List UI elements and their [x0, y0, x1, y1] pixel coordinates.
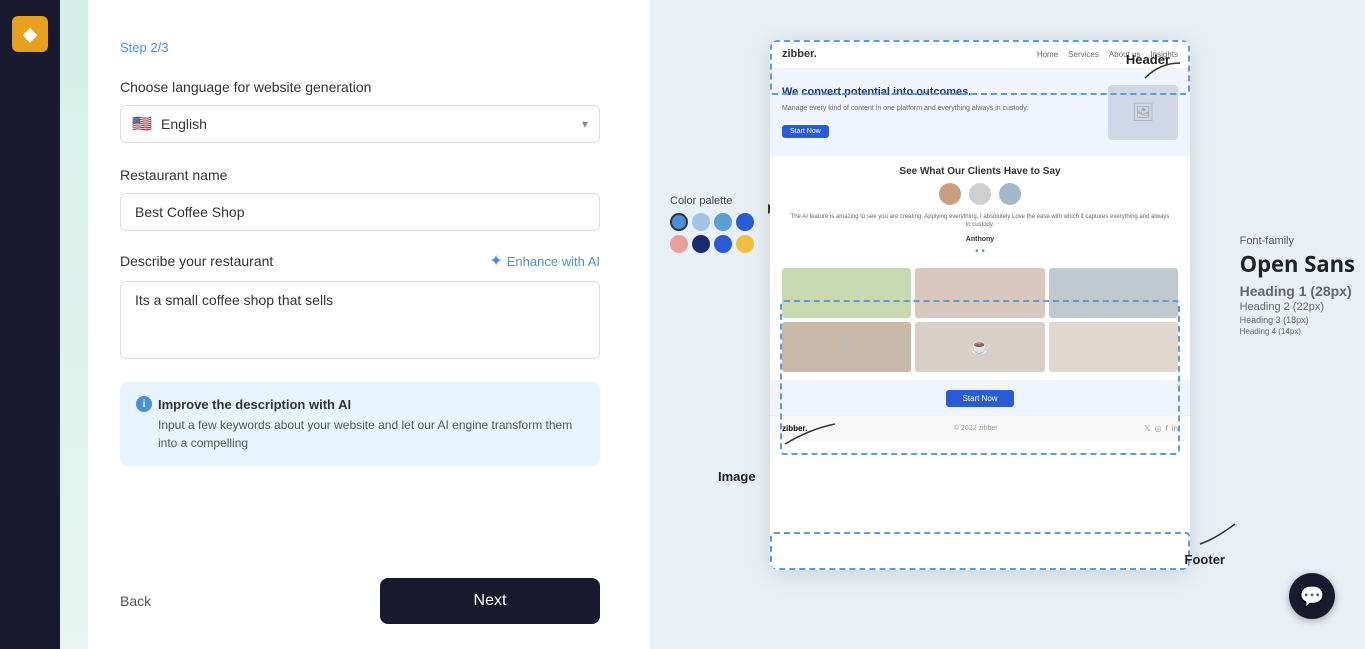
mockup-cta-btn: Start Now	[946, 390, 1013, 407]
mockup-hero-sub: Manage every kind of content in one plat…	[782, 105, 1100, 112]
description-label: Describe your restaurant	[120, 253, 273, 269]
nav-services: Services	[1068, 50, 1099, 59]
palette-row-2	[670, 235, 754, 253]
restaurant-name-label: Restaurant name	[120, 167, 600, 183]
color-palette-box: Color palette	[670, 195, 754, 257]
testimonial-author: Anthony	[770, 236, 1190, 243]
grid-image-4: 🖼	[782, 322, 911, 372]
color-swatch-1[interactable]	[670, 213, 688, 231]
palette-row-1	[670, 213, 754, 231]
nav-home: Home	[1037, 50, 1058, 59]
sidebar: ◆	[0, 0, 60, 649]
color-palette-label: Color palette	[670, 195, 754, 207]
image-annotation-label: Image	[718, 469, 756, 484]
mockup-image-grid: 🖼 ☕	[770, 260, 1190, 380]
back-button[interactable]: Back	[120, 593, 151, 609]
footer-arrow	[1195, 519, 1245, 549]
ai-sparkle-icon: ✦	[489, 251, 502, 271]
mockup-hero-text: We convert potential into outcomes. Mana…	[782, 85, 1100, 140]
mockup-hero-image: 🖼	[1108, 85, 1178, 140]
facebook-icon: f	[1166, 424, 1168, 433]
mockup-footer-icons: 𝕏 ◎ f in	[1144, 424, 1178, 433]
footer-dashed-border	[770, 532, 1190, 570]
testimonial-avatar-2	[969, 183, 991, 205]
color-swatch-4[interactable]	[736, 213, 754, 231]
right-panel: Color palette	[650, 0, 1365, 649]
grid-image-1	[782, 268, 911, 318]
image-arrow	[780, 419, 840, 449]
mockup-hero-title: We convert potential into outcomes.	[782, 85, 1100, 99]
left-accent	[60, 0, 88, 649]
ai-info-box: i Improve the description with AI Input …	[120, 382, 600, 466]
restaurant-name-section: Restaurant name	[120, 167, 600, 231]
linkedin-icon: in	[1172, 424, 1178, 433]
testimonial-avatar-3	[999, 183, 1021, 205]
heading-3: Heading 3 (18px)	[1240, 315, 1355, 325]
mockup-hero-btn: Start Now	[782, 125, 829, 138]
header-arrow	[1140, 58, 1190, 88]
color-swatch-7[interactable]	[714, 235, 732, 253]
language-label: Choose language for website generation	[120, 79, 600, 95]
footer-annotation-label: Footer	[1185, 552, 1225, 567]
language-select-wrapper: 🇺🇸 English Spanish French German ▾	[120, 105, 600, 143]
color-swatch-6[interactable]	[692, 235, 710, 253]
describe-header: Describe your restaurant ✦ Enhance with …	[120, 251, 600, 271]
mockup-section-title: See What Our Clients Have to Say	[770, 156, 1190, 183]
enhance-ai-button[interactable]: ✦ Enhance with AI	[489, 251, 600, 271]
heading-4: Heading 4 (14px)	[1240, 327, 1355, 336]
color-swatch-8[interactable]	[736, 235, 754, 253]
heading-1: Heading 1 (28px)	[1240, 283, 1355, 299]
mockup-cta-bar: Start Now	[770, 380, 1190, 415]
mockup-testimonial-text: The AI feature is amazing to see you are…	[770, 213, 1190, 236]
restaurant-name-input[interactable]	[120, 193, 600, 231]
flag-icon: 🇺🇸	[132, 114, 152, 134]
mockup-hero: We convert potential into outcomes. Mana…	[770, 69, 1190, 156]
mockup-testimonial	[770, 183, 1190, 213]
twitter-icon: 𝕏	[1144, 424, 1150, 433]
enhance-ai-label: Enhance with AI	[507, 254, 600, 269]
font-family-box: Font-family Open Sans Heading 1 (28px) H…	[1240, 235, 1355, 338]
mockup-footer-copy: © 2022 zibber	[954, 425, 998, 432]
font-family-label: Font-family	[1240, 235, 1355, 247]
heading-2: Heading 2 (22px)	[1240, 301, 1355, 313]
instagram-icon: ◎	[1155, 424, 1162, 433]
ai-info-title: i Improve the description with AI	[136, 396, 584, 412]
ai-info-text: Input a few keywords about your website …	[136, 416, 584, 452]
testimonial-avatar-1	[939, 183, 961, 205]
color-swatch-3[interactable]	[714, 213, 732, 231]
next-button[interactable]: Next	[380, 578, 600, 624]
left-panel: Step 2/3 Choose language for website gen…	[60, 0, 650, 649]
description-textarea[interactable]: Its a small coffee shop that sells	[120, 281, 600, 359]
chat-button[interactable]: 💬	[1289, 573, 1335, 619]
heading-sizes: Heading 1 (28px) Heading 2 (22px) Headin…	[1240, 283, 1355, 336]
sidebar-logo[interactable]: ◆	[12, 16, 48, 52]
font-family-name: Open Sans	[1240, 249, 1355, 279]
grid-image-2	[915, 268, 1044, 318]
preview-container: Color palette	[650, 0, 1365, 649]
language-select[interactable]: English Spanish French German	[120, 105, 600, 143]
grid-image-5: ☕	[915, 322, 1044, 372]
color-swatch-5[interactable]	[670, 235, 688, 253]
mockup-logo: zibber.	[782, 48, 817, 60]
color-swatch-2[interactable]	[692, 213, 710, 231]
step-label: Step 2/3	[120, 40, 600, 55]
grid-image-3	[1049, 268, 1178, 318]
website-mockup: zibber. Home Services About us Insights …	[770, 40, 1190, 570]
info-icon: i	[136, 396, 152, 412]
bottom-actions: Back Next	[120, 593, 600, 609]
grid-image-6	[1049, 322, 1178, 372]
